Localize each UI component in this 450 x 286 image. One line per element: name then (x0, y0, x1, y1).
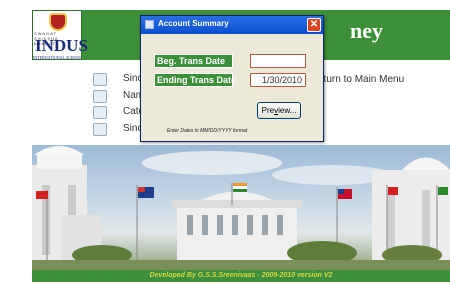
beg-trans-date-field[interactable] (250, 54, 306, 68)
crest-icon (49, 13, 67, 31)
logo-name: INDUS (35, 36, 88, 55)
footer-credit: Developed By G.S.S.Sreenivaas - 2009-201… (149, 272, 333, 279)
return-to-main-menu-label[interactable]: eturn to Main Menu (318, 74, 404, 85)
ending-trans-date-field[interactable]: 1/30/2010 (250, 73, 306, 87)
dialog-titlebar[interactable]: Account Summary ✕ (141, 16, 323, 34)
menu-button-2[interactable] (93, 90, 107, 103)
footer-bar: Developed By G.S.S.Sreenivaas - 2009-201… (32, 270, 450, 282)
school-logo: SWAGAT SHIKSHA BHARATI INDUS INTERNATION… (32, 10, 88, 60)
ending-trans-date-label: Ending Trans Date (154, 73, 236, 87)
close-button[interactable]: ✕ (307, 18, 321, 32)
campus-photo-banner (32, 145, 450, 270)
account-summary-dialog: Account Summary ✕ Beg. Trans Date Ending… (140, 15, 324, 142)
logo-subtitle: INTERNATIONAL SCHOOL (33, 55, 82, 60)
preview-label-post: iew... (278, 106, 297, 115)
beg-trans-date-label: Beg. Trans Date (154, 54, 233, 68)
dialog-title: Account Summary (158, 19, 229, 28)
campus-photo (32, 146, 450, 270)
header-title-fragment: ney (350, 18, 383, 43)
menu-button-4[interactable] (93, 123, 107, 136)
app-window: SWAGAT SHIKSHA BHARATI INDUS INTERNATION… (0, 0, 450, 286)
menu-button-1[interactable] (93, 73, 107, 86)
preview-button[interactable]: Preview... (257, 102, 301, 119)
menu-button-3[interactable] (93, 106, 107, 119)
preview-label-pre: Pre (261, 106, 275, 115)
window-icon (145, 20, 154, 29)
date-format-hint: Enter Dates in MM/DD/YYYY format (167, 128, 248, 134)
